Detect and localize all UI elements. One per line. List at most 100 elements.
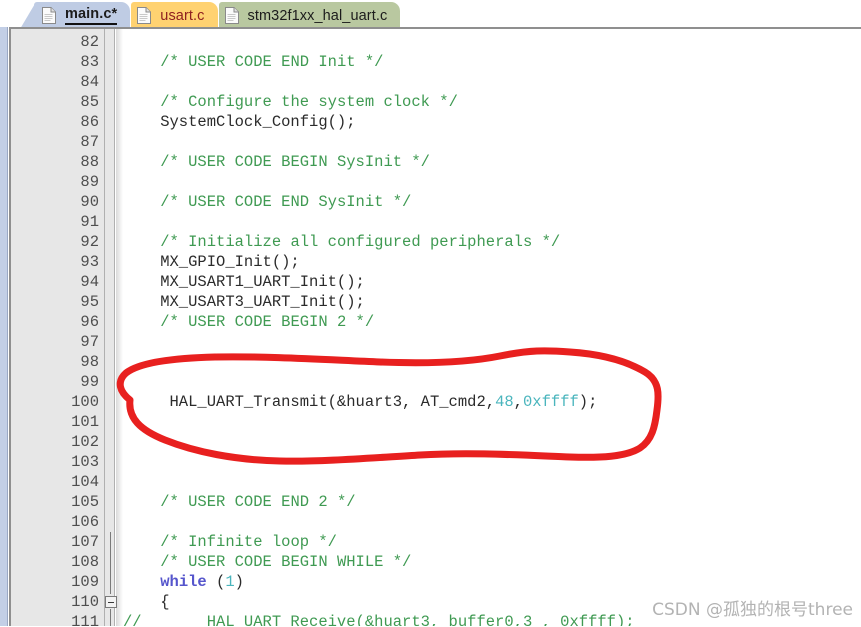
line-number: 90 (80, 193, 99, 211)
line-number: 82 (80, 33, 99, 51)
code-token-pln (123, 493, 160, 511)
line-number: 102 (71, 433, 99, 451)
editor-tab-label: main.c* (65, 6, 118, 25)
line-number: 95 (80, 293, 99, 311)
line-number: 108 (71, 553, 99, 571)
line-number: 92 (80, 233, 99, 251)
line-number: 106 (71, 513, 99, 531)
code-fold-toggle[interactable] (105, 596, 117, 608)
line-number: 91 (80, 213, 99, 231)
code-line-row[interactable]: 101 (11, 412, 861, 432)
code-line-row[interactable]: 87 (11, 132, 861, 152)
code-line-row[interactable]: 106 (11, 512, 861, 532)
code-line-text: MX_USART1_UART_Init(); (123, 272, 365, 292)
line-number: 85 (80, 93, 99, 111)
code-line-text: HAL_UART_Transmit(&huart3, AT_cmd2,48,0x… (123, 392, 598, 412)
code-line-text: SystemClock_Config(); (123, 112, 355, 132)
line-number: 96 (80, 313, 99, 331)
code-token-pln (123, 53, 160, 71)
code-token-pln: HAL_UART_Transmit(&huart3, AT_cmd2, (123, 393, 496, 411)
line-number: 103 (71, 453, 99, 471)
code-line-row[interactable]: 91 (11, 212, 861, 232)
line-number: 84 (80, 73, 99, 91)
document-icon (42, 7, 56, 24)
code-line-text: /* Initialize all configured peripherals… (123, 232, 560, 252)
code-token-num: 0xffff (522, 393, 579, 411)
code-line-text: // HAL_UART_Receive(&huart3, buffer0,3 ,… (123, 612, 635, 627)
code-line-row[interactable]: 109 while (1) (11, 572, 861, 592)
line-number: 107 (71, 533, 99, 551)
code-line-row[interactable]: 103 (11, 452, 861, 472)
code-token-num: 1 (225, 573, 235, 591)
code-line-row[interactable]: 93 MX_GPIO_Init(); (11, 252, 861, 272)
code-token-pln (123, 573, 160, 591)
code-line-text: while (1) (123, 572, 244, 592)
code-line-row[interactable]: 107 /* Infinite loop */ (11, 532, 861, 552)
code-line-row[interactable]: 105 /* USER CODE END 2 */ (11, 492, 861, 512)
line-number: 98 (80, 353, 99, 371)
code-token-cmt: /* Infinite loop */ (160, 533, 337, 551)
code-token-cmt: /* Configure the system clock */ (160, 93, 458, 111)
code-token-kw: while (160, 573, 207, 591)
code-line-row[interactable]: 108 /* USER CODE BEGIN WHILE */ (11, 552, 861, 572)
code-token-cmt: /* USER CODE END 2 */ (160, 493, 356, 511)
code-fold-line-upper (110, 532, 111, 594)
document-icon (224, 7, 239, 24)
code-line-text: MX_GPIO_Init(); (123, 252, 300, 272)
code-line-row[interactable]: 97 (11, 332, 861, 352)
line-number: 101 (71, 413, 99, 431)
line-number: 83 (80, 53, 99, 71)
code-text-area[interactable]: 82 83 /* USER CODE END Init */84 85 /* Con… (11, 29, 861, 627)
csdn-watermark: CSDN @孤独的根号three (652, 600, 853, 620)
code-token-pln: MX_USART1_UART_Init(); (123, 273, 365, 291)
code-line-row[interactable]: 82 (11, 32, 861, 52)
code-token-cmt: /* USER CODE BEGIN WHILE */ (160, 553, 412, 571)
code-line-row[interactable]: 92 /* Initialize all configured peripher… (11, 232, 861, 252)
editor-tab-label: stm32f1xx_hal_uart.c (247, 7, 388, 24)
code-line-row[interactable]: 100 HAL_UART_Transmit(&huart3, AT_cmd2,4… (11, 392, 861, 412)
editor-tab-label: usart.c (160, 7, 205, 24)
code-line-row[interactable]: 86 SystemClock_Config(); (11, 112, 861, 132)
code-line-row[interactable]: 95 MX_USART3_UART_Init(); (11, 292, 861, 312)
line-number: 104 (71, 473, 99, 491)
text-caret (121, 374, 123, 390)
code-line-row[interactable]: 96 /* USER CODE BEGIN 2 */ (11, 312, 861, 332)
code-token-pln: ); (578, 393, 598, 411)
code-line-row[interactable]: 94 MX_USART1_UART_Init(); (11, 272, 861, 292)
code-line-text: /* USER CODE END 2 */ (123, 492, 356, 512)
code-line-row[interactable]: 85 /* Configure the system clock */ (11, 92, 861, 112)
code-token-pln: MX_GPIO_Init(); (123, 253, 300, 271)
line-number: 89 (80, 173, 99, 191)
line-number: 97 (80, 333, 99, 351)
code-token-pln (123, 553, 160, 571)
editor-tab-stm32f1xx-hal-uart-c[interactable]: stm32f1xx_hal_uart.c (218, 2, 401, 29)
code-line-row[interactable]: 98 (11, 352, 861, 372)
code-token-pln (123, 153, 160, 171)
line-number: 99 (80, 373, 99, 391)
code-line-text: /* USER CODE BEGIN SysInit */ (123, 152, 430, 172)
editor-tab-main-c[interactable]: main.c* (34, 2, 131, 29)
code-line-row[interactable]: 104 (11, 472, 861, 492)
code-token-cmt: /* USER CODE BEGIN SysInit */ (160, 153, 430, 171)
code-line-row[interactable]: 89 (11, 172, 861, 192)
code-token-cmt: /* USER CODE END Init */ (160, 53, 384, 71)
editor-tab-usart-c[interactable]: usart.c (131, 2, 218, 29)
code-line-row[interactable]: 102 (11, 432, 861, 452)
code-token-pln: ) (234, 573, 244, 591)
code-line-text: /* Infinite loop */ (123, 532, 337, 552)
editor-window: main.c* usart.c stm32f1xx_hal_uart.c 82 83 … (0, 0, 861, 627)
code-token-pln (123, 193, 160, 211)
line-number: 105 (71, 493, 99, 511)
document-icon (137, 7, 152, 24)
code-token-pln (123, 93, 160, 111)
line-number: 86 (80, 113, 99, 131)
editor-tab-bar: main.c* usart.c stm32f1xx_hal_uart.c (0, 0, 861, 29)
code-line-text: /* USER CODE END Init */ (123, 52, 383, 72)
code-editor-pane[interactable]: 82 83 /* USER CODE END Init */84 85 /* Con… (9, 27, 861, 627)
code-line-row[interactable]: 84 (11, 72, 861, 92)
code-line-row[interactable]: 88 /* USER CODE BEGIN SysInit */ (11, 152, 861, 172)
code-line-row[interactable]: 83 /* USER CODE END Init */ (11, 52, 861, 72)
code-line-row[interactable]: 90 /* USER CODE END SysInit */ (11, 192, 861, 212)
code-token-pln: MX_USART3_UART_Init(); (123, 293, 365, 311)
code-line-row[interactable]: 99 (11, 372, 861, 392)
